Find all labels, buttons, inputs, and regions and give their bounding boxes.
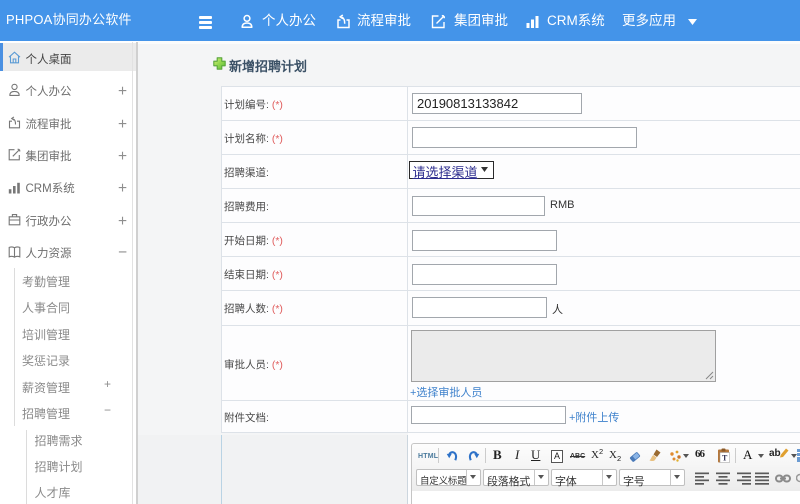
svg-text:T: T (722, 454, 728, 463)
